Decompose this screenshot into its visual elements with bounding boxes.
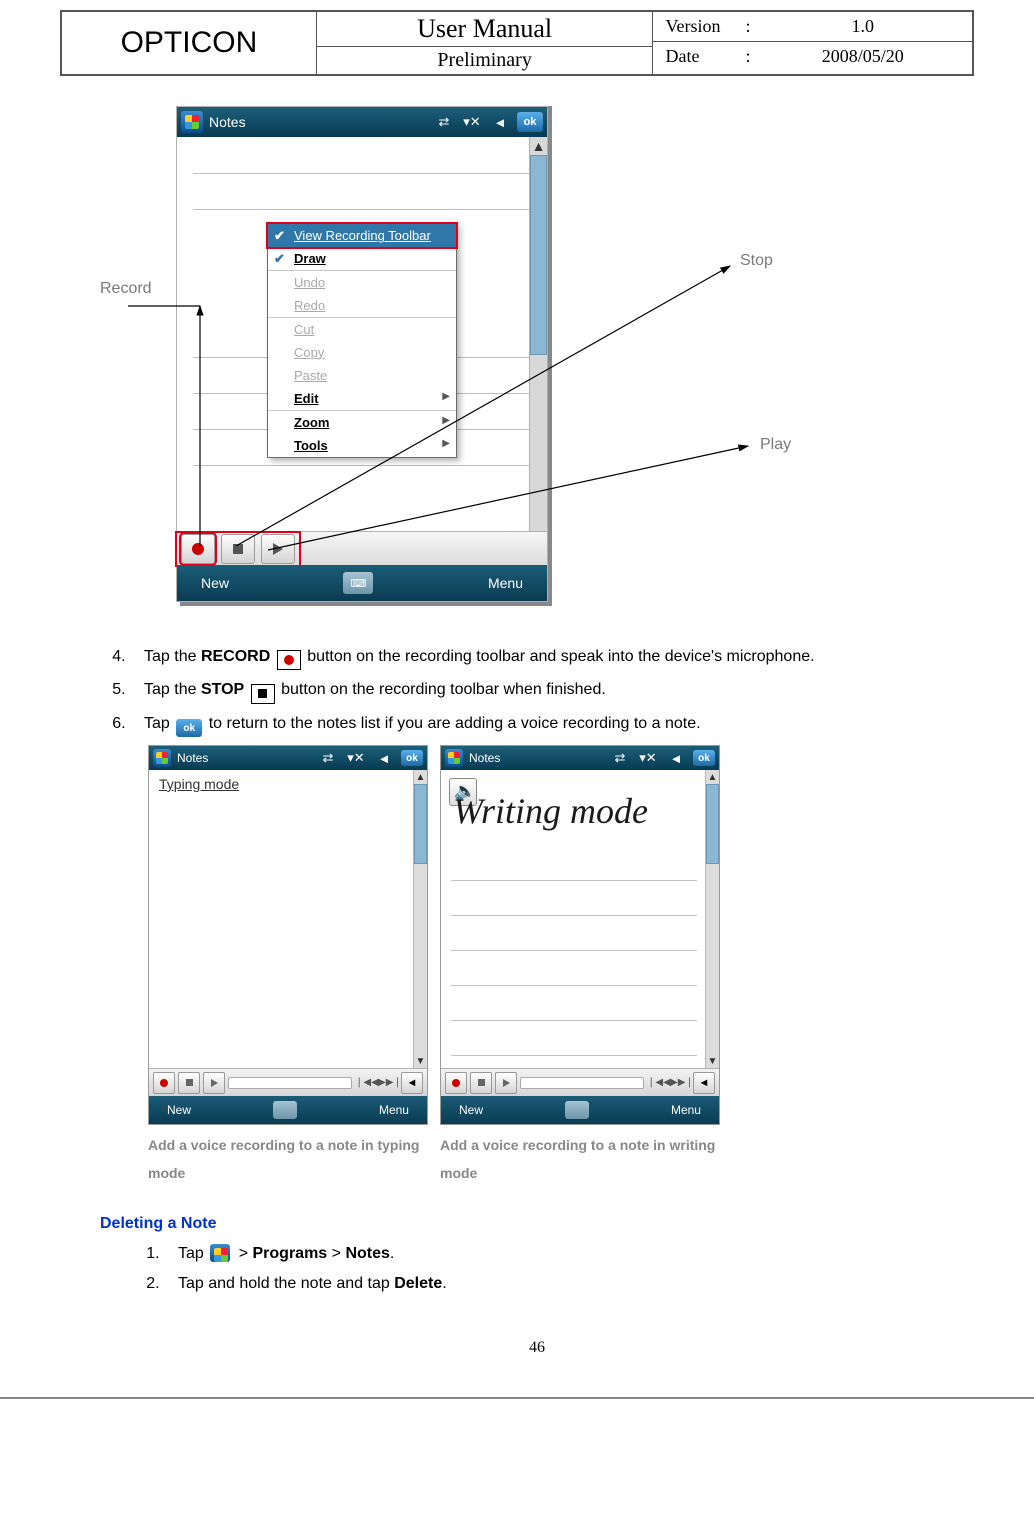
scroll-thumb[interactable] — [414, 784, 427, 864]
brand-name: OPTICON — [62, 12, 317, 74]
play-button[interactable] — [495, 1072, 517, 1094]
ok-icon: ok — [176, 719, 202, 737]
section-deleting-a-note: Deleting a Note — [100, 1215, 974, 1233]
stop-button[interactable] — [178, 1072, 200, 1094]
soft-key-bar: New Menu — [441, 1096, 719, 1124]
soft-key-bar: New Menu — [149, 1096, 427, 1124]
record-button[interactable] — [153, 1072, 175, 1094]
record-icon — [277, 650, 301, 670]
connection-icon[interactable]: ⇄ — [609, 747, 631, 769]
signal-icon[interactable]: ▾✕ — [345, 747, 367, 769]
figure-pair: Notes ⇄ ▾✕ ◄ ok Typing mode ▲ ▼ — [148, 745, 974, 1187]
scrollbar[interactable]: ▲ ▼ — [705, 770, 719, 1068]
stop-button[interactable] — [470, 1072, 492, 1094]
keyboard-icon[interactable] — [273, 1101, 297, 1119]
app-title: Notes — [177, 751, 208, 765]
next-track-icon[interactable]: ▶▶❘ — [670, 1077, 690, 1088]
prev-track-icon[interactable]: ❘◀◀ — [647, 1077, 667, 1088]
start-flag-icon — [210, 1244, 232, 1264]
version-label: Version — [665, 16, 745, 37]
connection-icon[interactable]: ⇄ — [317, 747, 339, 769]
scroll-thumb[interactable] — [706, 784, 719, 864]
start-icon[interactable] — [445, 749, 463, 767]
prev-track-icon[interactable]: ❘◀◀ — [355, 1077, 375, 1088]
typed-text: Typing mode — [159, 776, 239, 792]
step-6: Tap ok to return to the notes list if yo… — [130, 708, 974, 742]
progress-slider[interactable] — [228, 1077, 352, 1089]
speaker-icon[interactable]: ◄ — [665, 747, 687, 769]
annotation-arrows — [100, 106, 870, 626]
softkey-new[interactable]: New — [167, 1103, 191, 1117]
page-number: 46 — [100, 1339, 974, 1357]
steps-list: Tap the RECORD button on the recording t… — [130, 641, 974, 741]
recording-toolbar: ❘◀◀ ▶▶❘ ◄ — [441, 1068, 719, 1096]
step-5: Tap the STOP button on the recording too… — [130, 674, 974, 708]
play-button[interactable] — [203, 1072, 225, 1094]
figure-notes-menu: Notes ⇄ ▾✕ ◄ ok View Recording Toolbar D… — [100, 106, 870, 626]
signal-icon[interactable]: ▾✕ — [637, 747, 659, 769]
colon: : — [745, 46, 765, 67]
softkey-new[interactable]: New — [459, 1103, 483, 1117]
page-header: OPTICON User Manual Preliminary Version … — [60, 10, 974, 76]
delete-step-1: Tap > Programs > Notes. — [164, 1239, 974, 1269]
date-label: Date — [665, 46, 745, 67]
recording-toolbar: ❘◀◀ ▶▶❘ ◄ — [149, 1068, 427, 1096]
start-icon[interactable] — [153, 749, 171, 767]
progress-slider[interactable] — [520, 1077, 644, 1089]
speaker-icon[interactable]: ◄ — [373, 747, 395, 769]
note-content[interactable]: Writing mode ▲ ▼ — [441, 770, 719, 1068]
colon: : — [745, 16, 765, 37]
volume-button[interactable]: ◄ — [401, 1072, 423, 1094]
step-4: Tap the RECORD button on the recording t… — [130, 641, 974, 674]
doc-title: User Manual — [317, 12, 653, 47]
scrollbar[interactable]: ▲ ▼ — [413, 770, 427, 1068]
volume-button[interactable]: ◄ — [693, 1072, 715, 1094]
ok-button[interactable]: ok — [693, 750, 715, 766]
softkey-menu[interactable]: Menu — [379, 1103, 409, 1117]
scroll-down-icon[interactable]: ▼ — [706, 1054, 719, 1068]
stop-icon — [251, 684, 275, 704]
caption-typing: Add a voice recording to a note in typin… — [148, 1131, 428, 1187]
doc-subtitle: Preliminary — [317, 47, 653, 74]
keyboard-icon[interactable] — [565, 1101, 589, 1119]
scroll-down-icon[interactable]: ▼ — [414, 1054, 427, 1068]
record-button[interactable] — [445, 1072, 467, 1094]
delete-step-2: Tap and hold the note and tap Delete. — [164, 1269, 974, 1299]
softkey-menu[interactable]: Menu — [671, 1103, 701, 1117]
figure-typing-mode: Notes ⇄ ▾✕ ◄ ok Typing mode ▲ ▼ — [148, 745, 428, 1187]
version-value: 1.0 — [765, 16, 960, 37]
scroll-up-icon[interactable]: ▲ — [414, 770, 427, 784]
scroll-up-icon[interactable]: ▲ — [706, 770, 719, 784]
caption-writing: Add a voice recording to a note in writi… — [440, 1131, 720, 1187]
ok-button[interactable]: ok — [401, 750, 423, 766]
next-track-icon[interactable]: ▶▶❘ — [378, 1077, 398, 1088]
note-content[interactable]: Typing mode ▲ ▼ — [149, 770, 427, 1068]
app-title: Notes — [469, 751, 500, 765]
delete-steps: Tap > Programs > Notes. Tap and hold the… — [164, 1239, 974, 1299]
handwriting-text: Writing mode — [453, 790, 648, 832]
figure-writing-mode: Notes ⇄ ▾✕ ◄ ok Writing mode — [440, 745, 720, 1187]
date-value: 2008/05/20 — [765, 46, 960, 67]
